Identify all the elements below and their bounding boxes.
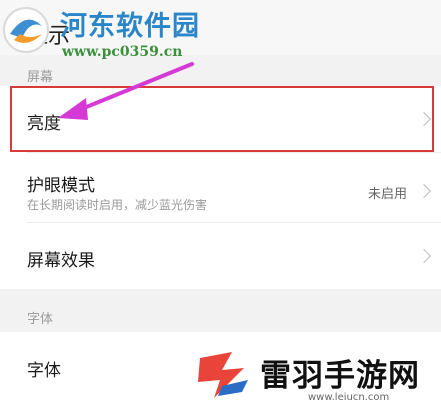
brand-logo-icon: [198, 352, 248, 398]
brand-url: www.leiucn.com: [308, 392, 390, 403]
watermark-logo-icon: [3, 7, 49, 53]
brand-name: 雷羽手游网: [260, 358, 420, 394]
settings-screen: 显示 河东软件园 www.pc0359.cn 屏幕 亮度 护眼模式 在长期阅读时…: [0, 0, 441, 410]
watermark-site-url: www.pc0359.cn: [62, 44, 183, 60]
watermark-site-name: 河东软件园: [60, 11, 200, 42]
screen-effect-row[interactable]: 屏幕效果: [0, 223, 441, 289]
chevron-right-icon: [416, 183, 432, 199]
eye-care-title: 护眼模式: [27, 176, 95, 196]
font-title: 字体: [27, 361, 61, 381]
section-label-font: 字体: [27, 312, 54, 327]
eye-care-row[interactable]: 护眼模式 在长期阅读时启用，减少蓝光伤害 未启用: [0, 153, 441, 221]
screen-effect-title: 屏幕效果: [27, 251, 95, 271]
eye-care-subtitle: 在长期阅读时启用，减少蓝光伤害: [27, 198, 208, 212]
chevron-right-icon: [416, 248, 432, 264]
highlight-box: [10, 86, 434, 152]
eye-care-status: 未启用: [367, 187, 407, 202]
section-label-screen: 屏幕: [27, 70, 54, 85]
